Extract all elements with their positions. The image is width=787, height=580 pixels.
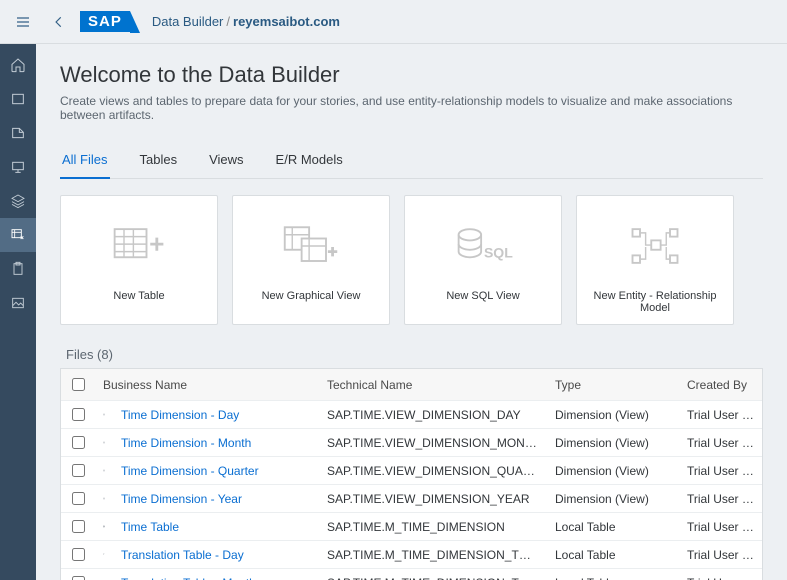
files-heading: Files (8) [60, 347, 763, 362]
left-sidebar [0, 44, 36, 580]
created-by: Trial User P081951 [679, 576, 762, 580]
business-name-link[interactable]: Translation Table - Month [113, 576, 319, 580]
breadcrumb[interactable]: Data Builder/reyemsaibot.com [140, 14, 340, 29]
er-model-icon [605, 216, 705, 276]
tab-all-files[interactable]: All Files [60, 144, 110, 179]
svg-text:SQL: SQL [484, 244, 513, 260]
row-checkbox[interactable] [72, 520, 85, 533]
business-name-link[interactable]: Time Table [113, 520, 319, 534]
select-all-checkbox[interactable] [72, 378, 85, 391]
cube-icon [95, 464, 113, 477]
business-name-link[interactable]: Time Dimension - Month [113, 436, 319, 450]
svg-text:T: T [103, 554, 105, 556]
table-row[interactable]: Time Dimension - QuarterSAP.TIME.VIEW_DI… [61, 457, 762, 485]
table-row[interactable]: Time Dimension - MonthSAP.TIME.VIEW_DIME… [61, 429, 762, 457]
business-name-link[interactable]: Time Dimension - Year [113, 492, 319, 506]
topbar: SAP Data Builder/reyemsaibot.com [0, 0, 787, 44]
cube-icon [95, 492, 113, 505]
technical-name: SAP.TIME.VIEW_DIMENSION_YEAR [319, 492, 547, 506]
table-add-icon [89, 216, 189, 276]
technical-name: SAP.TIME.M_TIME_DIMENSION [319, 520, 547, 534]
col-created-by[interactable]: Created By [679, 378, 762, 392]
tab-views[interactable]: Views [207, 144, 245, 178]
sql-icon: SQL [433, 216, 533, 276]
card-label: New Table [113, 290, 164, 302]
breadcrumb-space: reyemsaibot.com [233, 14, 340, 29]
sidebar-files-icon[interactable] [0, 82, 36, 116]
row-checkbox[interactable] [72, 464, 85, 477]
col-type[interactable]: Type [547, 378, 679, 392]
page-subtitle: Create views and tables to prepare data … [60, 94, 763, 122]
page-title: Welcome to the Data Builder [60, 62, 763, 88]
created-by: Trial User P081951 [679, 464, 762, 478]
col-technical-name[interactable]: Technical Name [319, 378, 547, 392]
graphical-view-icon [261, 216, 361, 276]
card-table-add[interactable]: New Table [60, 195, 218, 325]
row-checkbox[interactable] [72, 408, 85, 421]
created-by: Trial User P081951 [679, 408, 762, 422]
technical-name: SAP.TIME.M_TIME_DIMENSION_TDAY [319, 548, 547, 562]
breadcrumb-app: Data Builder [152, 14, 224, 29]
business-name-link[interactable]: Time Dimension - Day [113, 408, 319, 422]
hamburger-menu-icon[interactable] [8, 7, 38, 37]
text-icon: T [95, 576, 113, 580]
tab-tables[interactable]: Tables [138, 144, 180, 178]
col-business-name[interactable]: Business Name [95, 378, 319, 392]
technical-name: SAP.TIME.VIEW_DIMENSION_DAY [319, 408, 547, 422]
type: Local Table [547, 576, 679, 580]
sidebar-clipboard-icon[interactable] [0, 252, 36, 286]
table-row[interactable]: Time Dimension - YearSAP.TIME.VIEW_DIMEN… [61, 485, 762, 513]
card-sql[interactable]: SQL New SQL View [404, 195, 562, 325]
sap-logo: SAP [80, 11, 130, 32]
row-checkbox[interactable] [72, 436, 85, 449]
card-label: New SQL View [446, 290, 519, 302]
technical-name: SAP.TIME.VIEW_DIMENSION_QUARTER [319, 464, 547, 478]
back-icon[interactable] [48, 7, 70, 37]
created-by: Trial User P081951 [679, 436, 762, 450]
row-checkbox[interactable] [72, 492, 85, 505]
sidebar-story-icon[interactable] [0, 116, 36, 150]
type: Dimension (View) [547, 464, 679, 478]
main-content: Welcome to the Data Builder Create views… [36, 44, 787, 580]
table-row[interactable]: Time TableSAP.TIME.M_TIME_DIMENSIONLocal… [61, 513, 762, 541]
row-checkbox[interactable] [72, 576, 85, 580]
files-table: Business Name Technical Name Type Create… [60, 368, 763, 580]
business-name-link[interactable]: Translation Table - Day [113, 548, 319, 562]
technical-name: SAP.TIME.M_TIME_DIMENSION_TMONTH [319, 576, 547, 580]
card-label: New Entity - Relationship Model [581, 290, 729, 314]
cube-icon [95, 408, 113, 421]
type: Local Table [547, 548, 679, 562]
created-by: Trial User P081951 [679, 492, 762, 506]
table-row[interactable]: T Translation Table - DaySAP.TIME.M_TIME_… [61, 541, 762, 569]
tab-e-r-models[interactable]: E/R Models [274, 144, 345, 178]
cube-icon [95, 436, 113, 449]
text-icon: T [95, 548, 113, 561]
type: Local Table [547, 520, 679, 534]
type: Dimension (View) [547, 436, 679, 450]
type: Dimension (View) [547, 408, 679, 422]
technical-name: SAP.TIME.VIEW_DIMENSION_MONTH [319, 436, 547, 450]
sidebar-layers-icon[interactable] [0, 184, 36, 218]
table-header-row: Business Name Technical Name Type Create… [61, 369, 762, 401]
sidebar-presentation-icon[interactable] [0, 150, 36, 184]
create-cards: New Table New Graphical View SQL New SQL Vi… [60, 195, 763, 325]
created-by: Trial User P081951 [679, 520, 762, 534]
card-label: New Graphical View [262, 290, 361, 302]
created-by: Trial User P081951 [679, 548, 762, 562]
business-name-link[interactable]: Time Dimension - Quarter [113, 464, 319, 478]
card-graphical-view[interactable]: New Graphical View [232, 195, 390, 325]
card-er-model[interactable]: New Entity - Relationship Model [576, 195, 734, 325]
sidebar-data-builder-icon[interactable] [0, 218, 36, 252]
sidebar-image-icon[interactable] [0, 286, 36, 320]
type: Dimension (View) [547, 492, 679, 506]
table-row[interactable]: Time Dimension - DaySAP.TIME.VIEW_DIMENS… [61, 401, 762, 429]
table-icon [95, 520, 113, 533]
tabs: All Files Tables Views E/R Models [60, 144, 763, 179]
table-row[interactable]: TTranslation Table - MonthSAP.TIME.M_TIM… [61, 569, 762, 580]
sidebar-home-icon[interactable] [0, 48, 36, 82]
row-checkbox[interactable] [72, 548, 85, 561]
